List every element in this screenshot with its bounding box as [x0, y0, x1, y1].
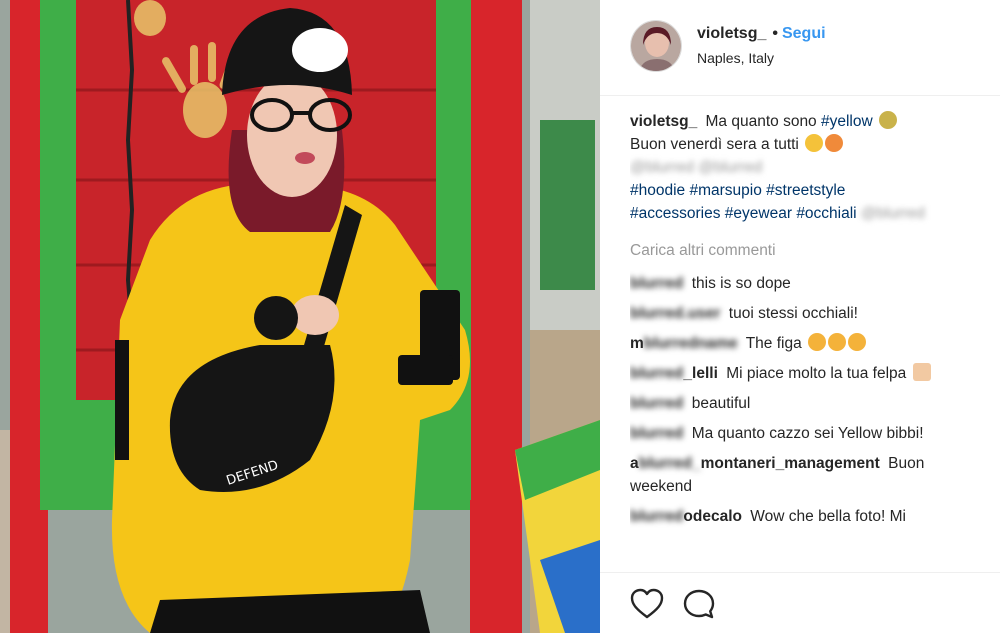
header-user: violetsg_ • Segui [697, 25, 826, 43]
caption-line1-text: Ma quanto sono [705, 113, 817, 130]
comment-text: Wow che bella foto! Mi [750, 508, 906, 525]
comments-list[interactable]: violetsg_ Ma quanto sono #yellow Buon ve… [630, 110, 980, 572]
post-sidebar: violetsg_ • Segui Naples, Italy violetsg_ … [600, 0, 1000, 633]
comment-item: blurred beautiful [630, 392, 980, 415]
comment-username[interactable]: blurred [630, 508, 683, 525]
blurred-tag: @blurred [860, 205, 925, 222]
hashtag[interactable]: #hoodie [630, 182, 685, 199]
avatar[interactable] [630, 20, 682, 72]
location-link[interactable]: Naples, Italy [697, 50, 774, 66]
post-actions [600, 572, 1000, 633]
heart-eyes-emoji-icon [808, 333, 827, 351]
comment-item: blurred this is so dope [630, 272, 980, 295]
post-photo[interactable]: DEFEND [0, 0, 600, 633]
comment-username[interactable]: blurred [630, 365, 683, 382]
caption: violetsg_ Ma quanto sono #yellow Buon ve… [630, 110, 980, 225]
comment-item: blurredodecalo Wow che bella foto! Mi [630, 505, 980, 528]
comment-text: Mi piace molto la tua felpa [726, 365, 907, 382]
hashtag[interactable]: #marsupio [689, 182, 761, 199]
comment-username-suffix[interactable]: odecalo [683, 508, 742, 525]
comment-username[interactable]: blurredname [644, 335, 738, 352]
load-more-comments[interactable]: Carica altri commenti [630, 239, 980, 262]
comment-item: ablurred_montaneri_management Buon weeke… [630, 452, 980, 498]
comment-text: Ma quanto cazzo sei Yellow bibbi! [691, 425, 924, 442]
comment-text: tuoi stessi occhiali! [728, 305, 858, 322]
comment-username-suffix[interactable]: montaneri_management [701, 455, 880, 472]
comment-username[interactable]: blurred.user [630, 305, 720, 322]
comment-username[interactable]: blurred [630, 425, 683, 442]
header-dot: • [772, 25, 778, 42]
heart-eyes-emoji-icon [848, 333, 867, 351]
emoji-icon [805, 134, 824, 152]
post-header: violetsg_ • Segui Naples, Italy [600, 0, 1000, 96]
hashtag[interactable]: #occhiali [796, 205, 856, 222]
comment-item: blurred_lelli Mi piace molto la tua felp… [630, 362, 980, 385]
comment-username-visible[interactable]: _lelli [683, 365, 717, 382]
heart-outline-icon [630, 588, 664, 619]
hashtag[interactable]: #accessories [630, 205, 720, 222]
header-username[interactable]: violetsg_ [697, 25, 766, 42]
comment-item: blurred.user tuoi stessi occhiali! [630, 302, 980, 325]
emoji-icon [879, 111, 898, 129]
photo-illustration: DEFEND [0, 0, 600, 633]
comment-item: blurred Ma quanto cazzo sei Yellow bibbi… [630, 422, 980, 445]
caption-username[interactable]: violetsg_ [630, 113, 697, 130]
hashtag[interactable]: #streetstyle [766, 182, 845, 199]
hashtag-yellow[interactable]: #yellow [821, 113, 873, 130]
comment-username[interactable]: blurred_ [639, 455, 701, 472]
comment-username[interactable]: blurred [630, 275, 683, 292]
comment-username-visible[interactable]: a [630, 455, 639, 472]
emoji-icon [825, 134, 844, 152]
thumbs-up-emoji-icon [912, 363, 931, 381]
comment-username[interactable]: blurred [630, 395, 683, 412]
speech-bubble-icon [683, 589, 715, 619]
caption-line2-text: Buon venerdì sera a tutti [630, 136, 799, 153]
heart-eyes-emoji-icon [828, 333, 847, 351]
follow-button[interactable]: Segui [782, 25, 826, 42]
comment-button[interactable] [682, 588, 716, 620]
avatar-image [631, 21, 681, 71]
comment-text: this is so dope [691, 275, 791, 292]
comment-username-visible[interactable]: m [630, 335, 644, 352]
hashtag[interactable]: #eyewear [725, 205, 792, 222]
like-button[interactable] [630, 588, 664, 620]
comment-text: The figa [745, 335, 802, 352]
comment-item: mblurredname The figa [630, 332, 980, 355]
comment-text: beautiful [691, 395, 751, 412]
blurred-mentions: @blurred @blurred [630, 159, 763, 176]
